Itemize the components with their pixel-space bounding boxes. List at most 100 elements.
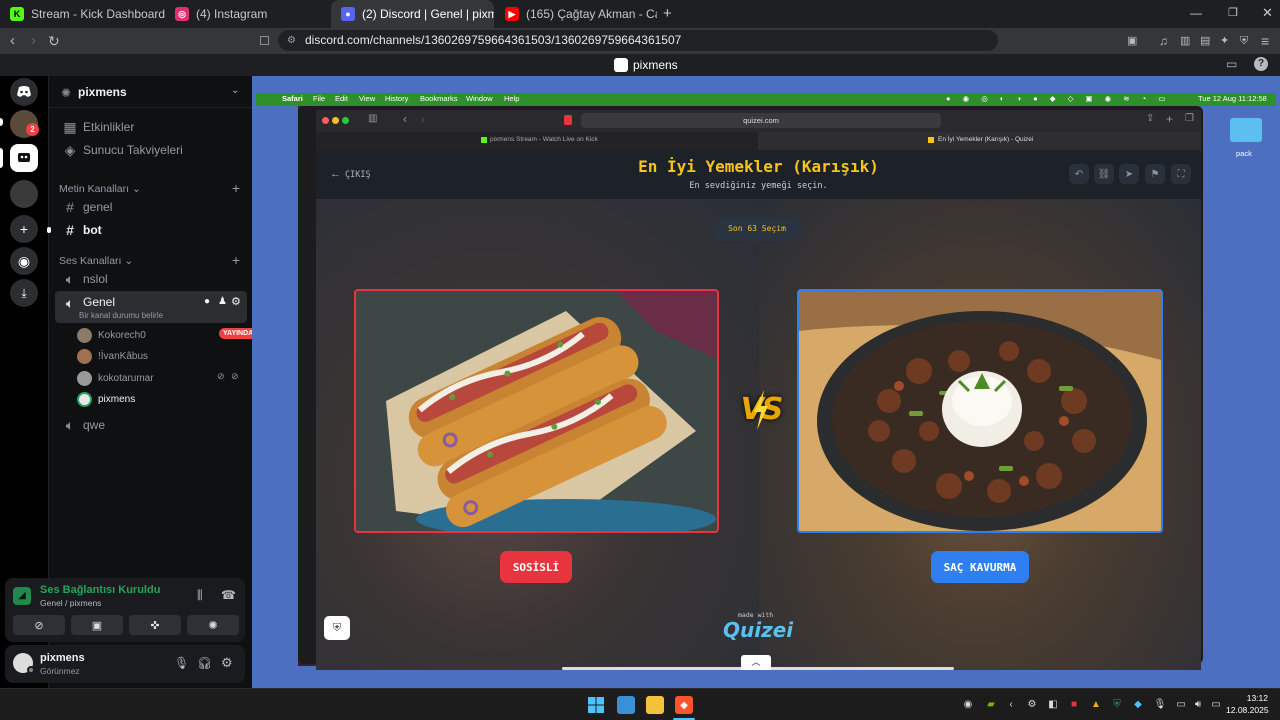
channel-label: Genel (83, 295, 116, 309)
photos-icon[interactable] (617, 696, 635, 714)
reload-icon[interactable]: ↻ (48, 28, 60, 54)
voice-user[interactable]: !İvanKâbus (77, 346, 241, 366)
chevron-up-icon[interactable]: ︿ (741, 655, 771, 670)
chat-icon[interactable]: ● (204, 296, 210, 307)
voice-channel-qwe[interactable]: 🔈︎ qwe (55, 414, 247, 436)
tab-youtube[interactable]: ▶ (165) Çağtay Akman - Canlı Yayında (495, 0, 657, 28)
new-tab-button[interactable]: + (663, 5, 672, 22)
channel-genel[interactable]: # genel (55, 196, 247, 218)
tab-discord[interactable]: ● (2) Discord | Genel | pixmens ✕ (331, 0, 494, 28)
download-icon[interactable]: ⤓ (10, 279, 38, 307)
discover-icon[interactable]: ◉ (10, 247, 38, 275)
folder-icon (1230, 118, 1262, 142)
add-channel-icon[interactable]: + (232, 180, 240, 196)
camera-button[interactable]: ⊘ (13, 615, 65, 635)
tray-blue-icon[interactable]: ◆ (1132, 698, 1144, 710)
activity-button[interactable]: ✜ (129, 615, 181, 635)
tab-kick-dashboard[interactable]: K Stream - Kick Dashboard (0, 0, 168, 28)
voice-channel-genel[interactable]: 🔈︎ Genel Bir kanal durumu belirle ● ♟ ⚙ (55, 291, 247, 323)
quiz-subtitle: En sevdiğiniz yemeği seçin. (689, 181, 828, 191)
right-food-image[interactable] (797, 289, 1163, 533)
flag-icon[interactable]: ⚑ (1145, 164, 1165, 184)
sidebar-icon[interactable]: ▥ (1180, 28, 1190, 54)
bookmark-icon[interactable]: ☐ (259, 28, 270, 54)
fullscreen-icon[interactable]: ⛶ (1171, 164, 1191, 184)
tray-orange-icon[interactable]: ▲ (1090, 698, 1102, 710)
mac-menu-item: File (313, 94, 326, 103)
events-label: Etkinlikler (83, 120, 135, 134)
tray-icon[interactable]: ◧ (1047, 698, 1059, 710)
obs-icon[interactable]: ◉ (962, 698, 974, 710)
nvidia-icon[interactable]: ▰ (985, 698, 997, 710)
right-choice-button[interactable]: SAÇ KAVURMA (931, 551, 1029, 583)
mac-menu-bar: Safari File Edit View History Bookmarks … (256, 93, 1276, 106)
soundboard-button[interactable]: ✺ (187, 615, 239, 635)
voice-category[interactable]: Ses Kanalları ⌄ (59, 255, 133, 267)
channel-status[interactable]: Bir kanal durumu belirle (79, 311, 163, 320)
voice-location[interactable]: Genel / pixmens (40, 598, 101, 608)
help-icon[interactable]: ? (1254, 57, 1268, 71)
minimize-button[interactable]: — (1190, 6, 1202, 20)
invite-icon[interactable]: ♟ (218, 296, 227, 307)
tray-red-icon[interactable]: ■ (1068, 698, 1080, 710)
tray-arrow-icon[interactable]: ‹ (1005, 698, 1017, 710)
server-pixmens-icon[interactable] (10, 144, 38, 172)
voice-user[interactable]: kokotarumar ⊘ ⊘ (77, 368, 241, 388)
left-food-image[interactable] (354, 289, 719, 533)
file-explorer-icon[interactable] (646, 696, 664, 714)
voice-user[interactable]: Kokorech0 YAYINDA (77, 325, 258, 345)
gear-icon[interactable]: ⚙ (231, 295, 241, 308)
taskbar-date[interactable]: 12.08.2025 (1226, 705, 1269, 715)
microphone-icon[interactable]: 🎙︎ (174, 656, 189, 670)
server-icon: ✺ (61, 86, 72, 100)
send-icon[interactable]: ➤ (1119, 164, 1139, 184)
windows-start-icon[interactable] (587, 696, 605, 714)
channel-bot[interactable]: # bot (55, 219, 247, 241)
voice-channel-nslol[interactable]: 🔈︎ nslol (55, 268, 247, 290)
add-server-icon[interactable]: + (10, 215, 38, 243)
signal-icon[interactable]: ◢ (13, 587, 31, 605)
battery-icon[interactable]: ▭ (1210, 698, 1222, 710)
microphone-icon[interactable]: 🎙︎ (1154, 698, 1167, 710)
music-icon[interactable]: ♫ (1159, 28, 1168, 54)
tab-instagram[interactable]: ◎ (4) Instagram (165, 0, 328, 28)
disconnect-icon[interactable]: ☎ (221, 588, 236, 602)
volume-icon[interactable]: 🔊︎ (1192, 698, 1204, 710)
server-folder[interactable] (10, 180, 38, 208)
shield-icon[interactable]: ⛨ (324, 616, 350, 640)
youtube-icon: ▶ (505, 7, 519, 21)
voice-user[interactable]: pixmens (77, 389, 241, 409)
add-voice-channel-icon[interactable]: + (232, 252, 240, 268)
site-info-icon[interactable]: ⚙ (287, 30, 296, 51)
tray-shield-icon[interactable]: ⛨ (1111, 698, 1123, 710)
tabs-icon: ❐ (1185, 113, 1194, 124)
brave-icon[interactable]: ◆ (675, 696, 693, 714)
vpn-icon[interactable]: ⛨ (1240, 28, 1248, 54)
boosts-item[interactable]: ◈ Sunucu Takviyeleri (55, 139, 247, 161)
wallet-icon[interactable]: ▤ (1200, 28, 1210, 54)
link-icon[interactable]: ⛓ (1094, 164, 1114, 184)
events-item[interactable]: ▦ Etkinlikler (55, 116, 247, 138)
left-choice-button[interactable]: SOSİSLİ (500, 551, 572, 583)
close-window-button[interactable]: ✕ (1262, 5, 1273, 21)
reader-icon[interactable]: ▣ (1127, 28, 1137, 54)
discord-home-icon[interactable] (10, 78, 38, 106)
noise-suppression-icon[interactable]: ⫼ (197, 588, 203, 603)
tab-title: (4) Instagram (196, 7, 268, 21)
back-icon[interactable]: ‹ (10, 28, 15, 54)
maximize-button[interactable]: ❐ (1228, 6, 1238, 19)
taskbar-time[interactable]: 13:12 (1236, 693, 1268, 703)
leo-icon[interactable]: ✦ (1220, 28, 1229, 54)
forward-icon[interactable]: › (31, 28, 36, 54)
url-field[interactable]: ⚙ discord.com/channels/13602697596643615… (278, 30, 998, 51)
headphones-icon[interactable]: 🎧︎ (197, 656, 212, 670)
undo-icon[interactable]: ↶ (1069, 164, 1089, 184)
user-settings-icon[interactable]: ⚙ (221, 655, 233, 671)
text-category[interactable]: Metin Kanalları ⌄ (59, 183, 141, 195)
steam-icon[interactable]: ⚙ (1026, 698, 1038, 710)
network-icon[interactable]: ▭ (1175, 698, 1187, 710)
inbox-icon[interactable]: ▭ (1226, 57, 1237, 71)
server-header[interactable]: ✺ pixmens ⌄ (49, 76, 253, 108)
menu-icon[interactable]: ≡ (1261, 28, 1269, 54)
screen-share-button[interactable]: ▣ (71, 615, 123, 635)
